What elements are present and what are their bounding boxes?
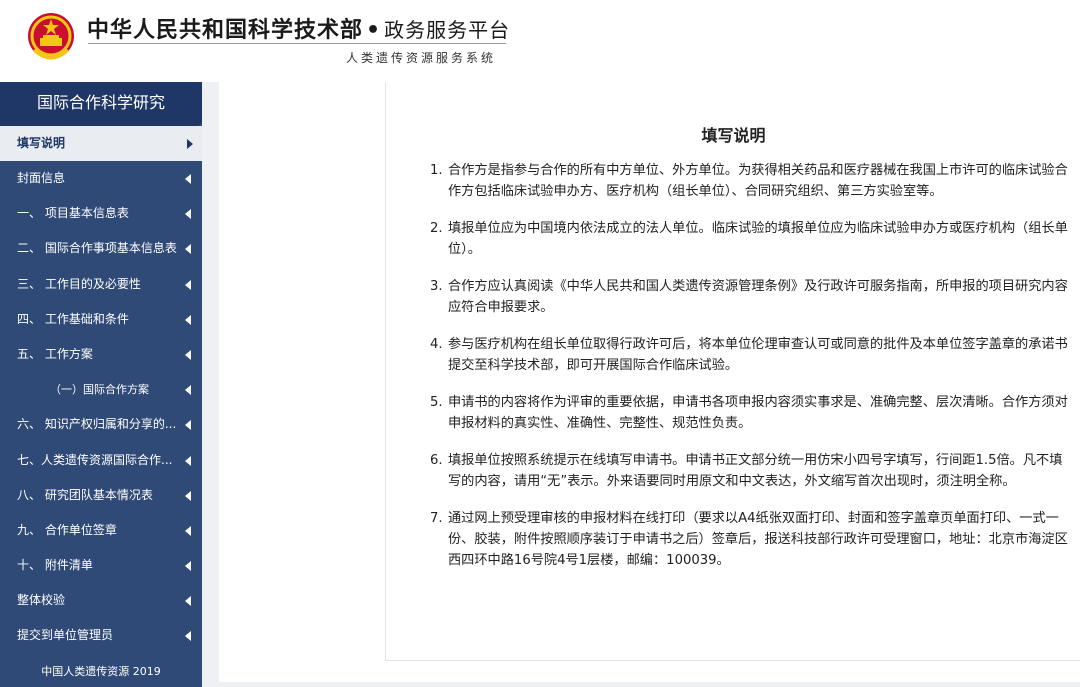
item-text: 申请书的内容将作为评审的重要依据，申请书各项申报内容须实事求是、准确完整、层次清…: [448, 395, 1068, 431]
list-item: 1. 合作方是指参与合作的所有中方单位、外方单位。为获得相关药品和医疗器械在我国上…: [430, 160, 1070, 202]
caret-left-icon: [185, 490, 191, 501]
sidebar-item-cover-info[interactable]: 封面信息: [0, 161, 202, 196]
caret-left-icon: [185, 561, 191, 572]
sidebar-item-label: 六、 知识产权归属和分享的...: [17, 417, 177, 432]
sidebar-item-label: 二、 国际合作事项基本信息表: [17, 241, 177, 256]
caret-left-icon: [185, 174, 191, 184]
sidebar-item-foundation-conditions[interactable]: 四、 工作基础和条件: [0, 302, 202, 337]
sidebar-item-attachments[interactable]: 十、 附件清单: [0, 548, 202, 583]
item-text: 合作方是指参与合作的所有中方单位、外方单位。为获得相关药品和医疗器械在我国上市许…: [448, 163, 1068, 199]
sidebar-item-label: 五、 工作方案: [17, 346, 93, 361]
national-emblem-icon: [28, 13, 74, 60]
item-text: 填报单位按照系统提示在线填写申请书。申请书正文部分统一用仿宋小四号字填写，行间距…: [448, 453, 1063, 489]
caret-left-icon: [185, 525, 191, 536]
caret-left-icon: [185, 244, 191, 255]
sidebar-menu: 封面信息 一、 项目基本信息表 二、 国际合作事项基本信息表 三、 工作目的及必…: [0, 161, 202, 654]
sidebar-item-label: 八、 研究团队基本情况表: [17, 487, 153, 502]
caret-left-icon: [185, 596, 191, 607]
list-item: 3. 合作方应认真阅读《中华人民共和国人类遗传资源管理条例》及行政许可服务指南，所…: [430, 276, 1070, 318]
sidebar-item-partner-seal[interactable]: 九、 合作单位签章: [0, 513, 202, 548]
item-number: 2.: [430, 221, 443, 236]
list-item: 7. 通过网上预受理审核的申报材料在线打印（要求以A4纸张双面打印、封面和签字盖章…: [430, 508, 1070, 571]
ministry-name: 中华人民共和国科学技术部: [87, 18, 364, 43]
item-text: 通过网上预受理审核的申报材料在线打印（要求以A4纸张双面打印、封面和签字盖章页单…: [448, 511, 1068, 568]
sidebar-heading: 国际合作科学研究: [0, 82, 202, 126]
sidebar-item-work-plan[interactable]: 五、 工作方案: [0, 337, 202, 372]
sidebar-item-ip-ownership[interactable]: 六、 知识产权归属和分享的...: [0, 407, 202, 442]
site-title: 中华人民共和国科学技术部 • 政务服务平台: [87, 12, 510, 44]
sidebar-item-label: 封面信息: [17, 171, 66, 185]
sidebar-item-purpose-necessity[interactable]: 三、 工作目的及必要性: [0, 267, 202, 302]
caret-right-icon: [187, 139, 193, 149]
title-divider: [88, 43, 506, 44]
sidebar-item-label: 填写说明: [17, 136, 66, 150]
sidebar-item-overall-validation[interactable]: 整体校验: [0, 583, 202, 618]
caret-left-icon: [185, 631, 191, 642]
instructions-list: 1. 合作方是指参与合作的所有中方单位、外方单位。为获得相关药品和医疗器械在我国上…: [430, 160, 1070, 587]
caret-left-icon: [185, 279, 191, 290]
sidebar-item-cooperation-plan[interactable]: （一）国际合作方案: [0, 372, 202, 407]
item-text: 参与医疗机构在组长单位取得行政许可后，将本单位伦理审查认可或同意的批件及本单位签…: [448, 337, 1068, 373]
list-item: 5. 申请书的内容将作为评审的重要依据，申请书各项申报内容须实事求是、准确完整、层…: [430, 392, 1070, 434]
sidebar-item-label: 三、 工作目的及必要性: [17, 276, 141, 291]
sidebar-item-label: 九、 合作单位签章: [17, 522, 117, 537]
sidebar-item-label: 提交到单位管理员: [17, 628, 114, 643]
item-text: 合作方应认真阅读《中华人民共和国人类遗传资源管理条例》及行政许可服务指南，所申报…: [448, 279, 1068, 315]
item-number: 1.: [430, 163, 443, 178]
page-title: 填写说明: [701, 126, 766, 145]
sidebar-item-genetic-resources-cooperation[interactable]: 七、人类遗传资源国际合作...: [0, 443, 202, 478]
sidebar-item-submit-to-admin[interactable]: 提交到单位管理员: [0, 618, 202, 653]
caret-left-icon: [185, 209, 191, 220]
sidebar-item-label: 十、 附件清单: [17, 558, 93, 573]
list-item: 2. 填报单位应为中国境内依法成立的法人单位。临床试验的填报单位应为临床试验申办方…: [430, 218, 1070, 260]
item-text: 填报单位应为中国境内依法成立的法人单位。临床试验的填报单位应为临床试验申办方或医…: [448, 221, 1068, 257]
sidebar-item-label: 整体校验: [17, 593, 66, 608]
item-number: 3.: [430, 279, 443, 294]
sidebar-item-label: 四、 工作基础和条件: [17, 311, 129, 326]
sidebar-footer: 中国人类遗传资源 2019: [41, 665, 161, 678]
title-separator: •: [366, 18, 382, 43]
sidebar: 国际合作科学研究 填写说明 封面信息 一、 项目基本信息表 二、 国际合作事项基…: [0, 82, 202, 687]
item-number: 6.: [430, 453, 443, 468]
sidebar-item-research-team[interactable]: 八、 研究团队基本情况表: [0, 478, 202, 513]
list-item: 4. 参与医疗机构在组长单位取得行政许可后，将本单位伦理审查认可或同意的批件及本单…: [430, 334, 1070, 376]
sidebar-item-international-cooperation-info[interactable]: 二、 国际合作事项基本信息表: [0, 231, 202, 266]
header: 中华人民共和国科学技术部 • 政务服务平台 人类遗传资源服务系统: [0, 0, 1080, 82]
item-number: 7.: [430, 511, 443, 526]
caret-left-icon: [185, 314, 191, 325]
sidebar-item-label: （一）国际合作方案: [50, 383, 149, 397]
caret-left-icon: [185, 349, 191, 360]
caret-left-icon: [185, 385, 191, 396]
sidebar-item-label: 一、 项目基本信息表: [17, 206, 129, 221]
item-number: 5.: [430, 395, 443, 410]
item-number: 4.: [430, 337, 443, 352]
sidebar-item-instructions[interactable]: 填写说明: [0, 126, 202, 161]
list-item: 6. 填报单位按照系统提示在线填写申请书。申请书正文部分统一用仿宋小四号字填写，行…: [430, 450, 1070, 492]
caret-left-icon: [185, 455, 191, 466]
instructions-panel: 填写说明 1. 合作方是指参与合作的所有中方单位、外方单位。为获得相关药品和医疗器…: [385, 82, 1080, 661]
sidebar-item-label: 七、人类遗传资源国际合作...: [17, 452, 173, 467]
sidebar-item-project-basic-info[interactable]: 一、 项目基本信息表: [0, 196, 202, 231]
platform-name: 政务服务平台: [384, 18, 511, 42]
system-subtitle: 人类遗传资源服务系统: [346, 51, 497, 65]
caret-left-icon: [185, 420, 191, 431]
